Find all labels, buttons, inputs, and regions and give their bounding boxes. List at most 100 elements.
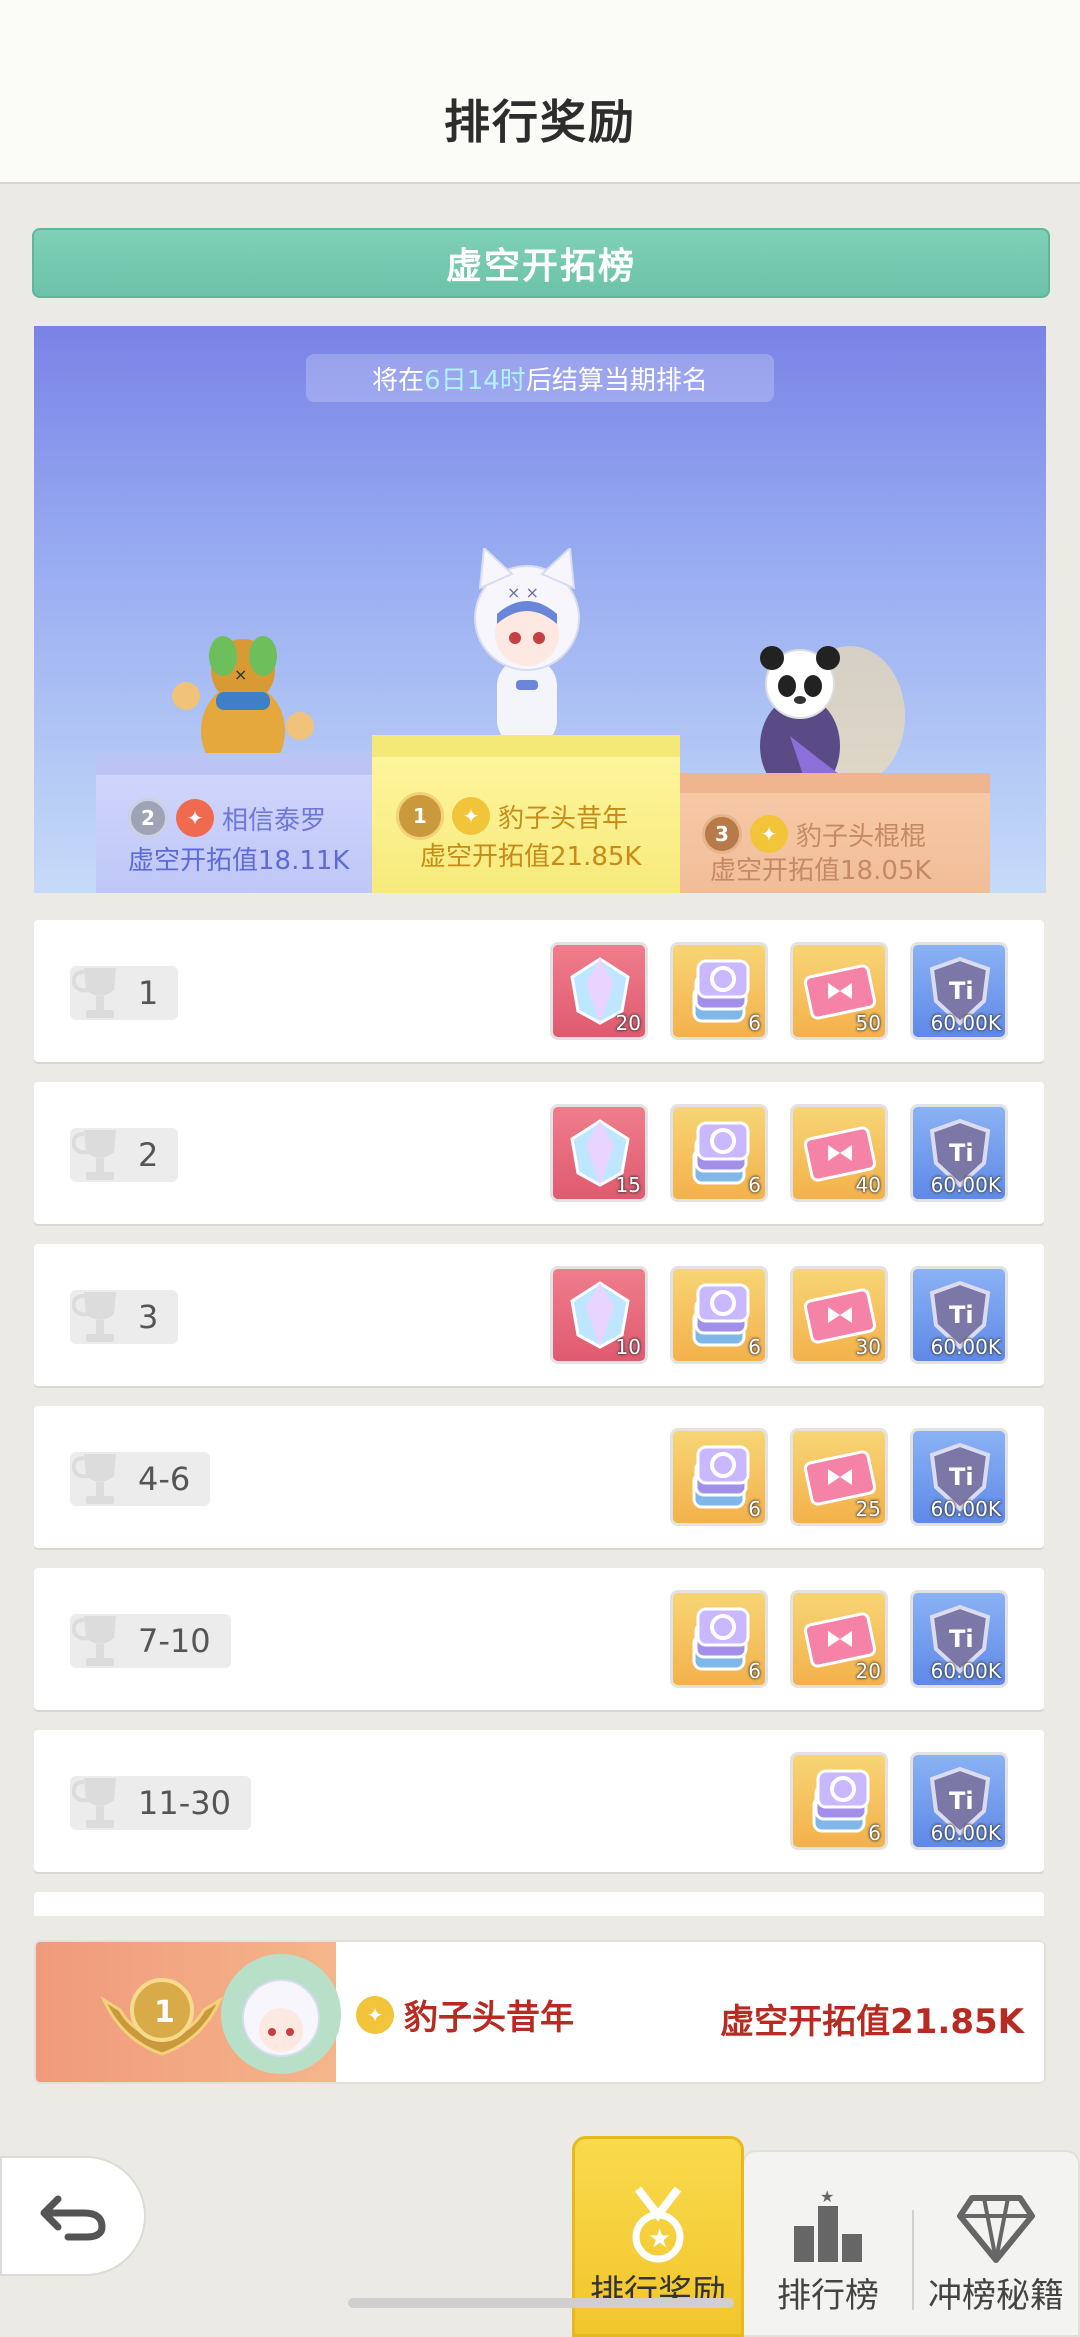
page-title: 排行奖励 (444, 95, 636, 149)
reward-quantity: 6 (748, 1335, 761, 1359)
player-avatar-icon: ✦ (356, 1995, 394, 2034)
player-avatar-icon: ✦ (176, 799, 214, 837)
reward-item[interactable]: 6 (670, 1428, 768, 1526)
player-avatar-icon: ✦ (750, 815, 788, 853)
back-button[interactable] (0, 2156, 146, 2276)
rank-label: 1 (138, 974, 159, 1012)
podium-icon: ★ (794, 2188, 862, 2262)
reward-quantity: 15 (615, 1173, 641, 1197)
reward-quantity: 30 (855, 1335, 881, 1359)
rank-medal-icon: 1 (396, 792, 444, 840)
reward-item[interactable]: 20 (790, 1590, 888, 1688)
countdown-prefix: 将在 (372, 365, 425, 396)
reward-item[interactable]: Ti 60.00K (910, 1752, 1008, 1850)
reward-item[interactable]: 6 (670, 942, 768, 1040)
tab-ranking-tips[interactable]: 冲榜秘籍 (912, 2150, 1080, 2337)
podium-area: 将在 6日14时 后结算当期排名 × × × 2 ✦ 相信泰罗 虚空开拓值18.… (34, 326, 1046, 893)
second-place-player[interactable]: 2 ✦ 相信泰罗 (128, 798, 326, 838)
reward-item[interactable]: 50 (790, 942, 888, 1040)
first-place-name: 豹子头昔年 (498, 803, 629, 834)
my-avatar-icon (221, 1954, 341, 2074)
reward-quantity: 25 (855, 1497, 881, 1521)
svg-text:Ti: Ti (949, 1139, 974, 1167)
my-rank-player: ✦ 豹子头昔年 (356, 1990, 574, 2039)
reward-row: 3 10 6 30 Ti 60.00K (34, 1244, 1044, 1386)
reward-item[interactable]: 20 (550, 942, 648, 1040)
gold-laurel-medal-icon: 1 (100, 1978, 224, 2056)
rank-tag: 1 (70, 966, 179, 1020)
reward-row: 7-10 6 20 Ti 60.00K (34, 1568, 1044, 1710)
svg-text:1: 1 (154, 1995, 175, 2030)
reward-row: 4-6 6 25 Ti 60.00K (34, 1406, 1044, 1548)
reward-quantity: 6 (748, 1659, 761, 1683)
reward-item[interactable]: Ti 60.00K (910, 1590, 1008, 1688)
reward-quantity: 40 (855, 1173, 881, 1197)
rank-medal-icon: 3 (702, 814, 742, 854)
reward-quantity: 60.00K (930, 1497, 1001, 1521)
trophy-icon (71, 968, 116, 1018)
reward-item[interactable]: 6 (670, 1266, 768, 1364)
reward-items: 6 20 Ti 60.00K (670, 1590, 1008, 1688)
reward-item[interactable]: 6 (790, 1752, 888, 1850)
reward-quantity: 20 (615, 1011, 641, 1035)
svg-text:Ti: Ti (949, 1625, 974, 1653)
second-place-name: 相信泰罗 (222, 805, 327, 836)
rank-label: 2 (138, 1136, 159, 1174)
my-rank-score: 虚空开拓值21.85K (720, 2002, 1024, 2042)
reward-item[interactable]: Ti 60.00K (910, 1104, 1008, 1202)
reward-item[interactable]: Ti 60.00K (910, 1266, 1008, 1364)
reward-item[interactable]: 40 (790, 1104, 888, 1202)
reward-item[interactable]: 6 (670, 1590, 768, 1688)
reward-item[interactable]: 30 (790, 1266, 888, 1364)
third-place-score: 虚空开拓值18.05K (710, 856, 932, 886)
reward-quantity: 6 (748, 1497, 761, 1521)
reward-items: 6 25 Ti 60.00K (670, 1428, 1008, 1526)
svg-text:Ti: Ti (949, 1463, 974, 1491)
rank-label: 3 (138, 1298, 159, 1336)
reward-item[interactable]: Ti 60.00K (910, 942, 1008, 1040)
trophy-icon (71, 1778, 116, 1828)
third-place-player[interactable]: 3 ✦ 豹子头棍棍 (702, 814, 926, 854)
reward-item[interactable]: Ti 60.00K (910, 1428, 1008, 1526)
board-title-banner: 虚空开拓榜 (32, 228, 1050, 298)
reward-items: 10 6 30 Ti 60.00K (550, 1266, 1008, 1364)
reward-quantity: 6 (748, 1011, 761, 1035)
trophy-icon (71, 1292, 116, 1342)
rank-tag: 2 (70, 1128, 179, 1182)
reward-row: 1 20 6 50 Ti 60.00K (34, 920, 1044, 1062)
trophy-icon (71, 1616, 116, 1666)
rank-tag: 7-10 (70, 1614, 231, 1668)
first-place-score: 虚空开拓值21.85K (420, 842, 642, 872)
my-rank-bar: 1 ✦ 豹子头昔年 虚空开拓值21.85K (34, 1940, 1046, 2084)
diamond-icon (957, 2195, 1035, 2263)
rank-label: 7-10 (138, 1622, 211, 1660)
svg-text:Ti: Ti (949, 977, 974, 1005)
reward-quantity: 6 (868, 1821, 881, 1845)
reward-item[interactable]: 15 (550, 1104, 648, 1202)
reward-quantity: 60.00K (930, 1659, 1001, 1683)
rank-tag: 3 (70, 1290, 179, 1344)
reward-list[interactable]: 1 20 6 50 Ti 60.00K 2 15 6 40 Ti 60.00K 3 10 6 30 Ti 60.0… (34, 920, 1044, 1916)
tab-label: 冲榜秘籍 (928, 2276, 1064, 2316)
reward-items: 6 Ti 60.00K (790, 1752, 1008, 1850)
reward-quantity: 60.00K (930, 1011, 1001, 1035)
rank-tag: 11-30 (70, 1776, 251, 1830)
reward-quantity: 60.00K (930, 1821, 1001, 1845)
reward-item[interactable]: 25 (790, 1428, 888, 1526)
trophy-icon (71, 1454, 116, 1504)
header: 排行奖励 (0, 0, 1080, 184)
reward-item[interactable]: 10 (550, 1266, 648, 1364)
svg-text:★: ★ (648, 2224, 671, 2254)
reward-quantity: 10 (615, 1335, 641, 1359)
rank-medal-icon: 2 (128, 798, 168, 838)
reward-item[interactable]: 6 (670, 1104, 768, 1202)
rank-label: 11-30 (138, 1784, 231, 1822)
second-place-score: 虚空开拓值18.11K (128, 846, 350, 876)
reward-row: 11-30 6 Ti 60.00K (34, 1730, 1044, 1872)
countdown-suffix: 后结算当期排名 (525, 365, 708, 396)
first-place-player[interactable]: 1 ✦ 豹子头昔年 (396, 792, 628, 840)
tab-label: 排行榜 (777, 2276, 879, 2316)
reward-items: 20 6 50 Ti 60.00K (550, 942, 1008, 1040)
countdown-time: 6日14时 (424, 365, 526, 396)
tab-leaderboard[interactable]: ★ 排行榜 (744, 2150, 912, 2337)
